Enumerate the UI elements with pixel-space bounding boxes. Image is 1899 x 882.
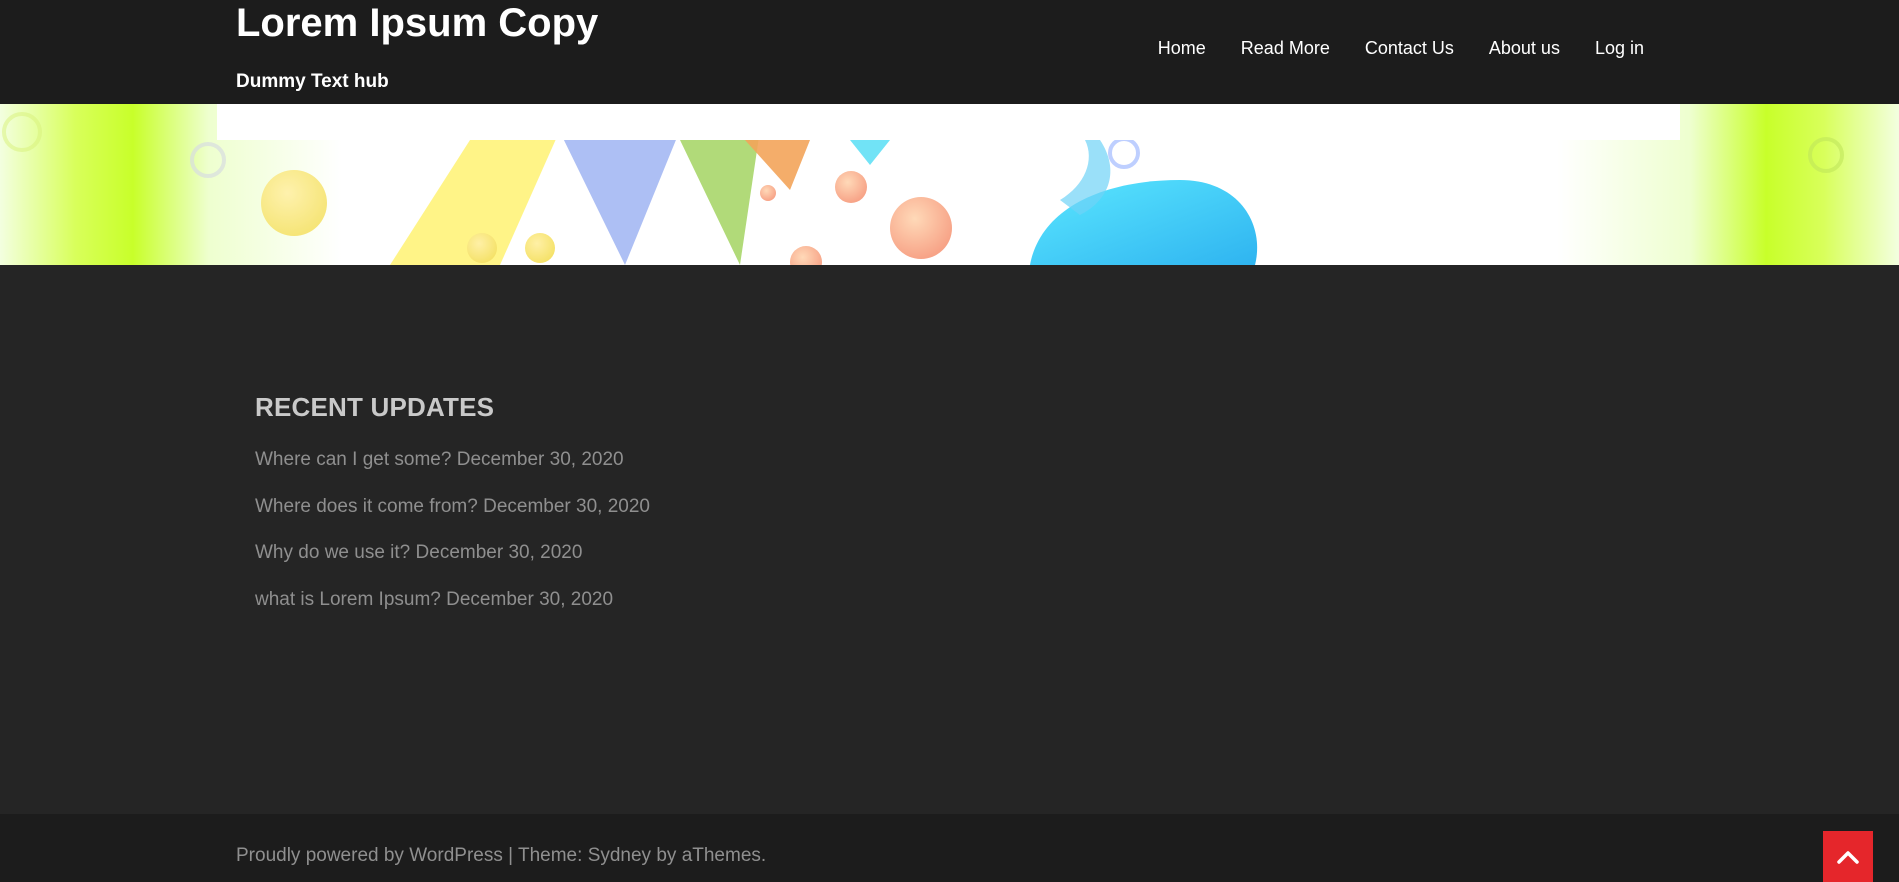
theme-link[interactable]: Sydney (588, 845, 651, 866)
footer-suffix: . (760, 845, 767, 866)
nav-item-home[interactable]: Home (1158, 36, 1206, 60)
site-header: Lorem Ipsum Copy Dummy Text hub Home Rea… (0, 0, 1899, 104)
footer-separator: | Theme: (502, 845, 588, 866)
list-item: Where can I get some? December 30, 2020 (255, 448, 955, 472)
footer-by: by (651, 845, 682, 866)
recent-post-link[interactable]: Where can I get some? (255, 449, 451, 470)
header-container: Lorem Ipsum Copy Dummy Text hub Home Rea… (217, 0, 1680, 104)
site-title[interactable]: Lorem Ipsum Copy (236, 0, 598, 46)
list-item: Where does it come from? December 30, 20… (255, 495, 955, 519)
recent-updates-list: Where can I get some? December 30, 2020 … (255, 448, 955, 612)
nav-item-log-in[interactable]: Log in (1595, 36, 1644, 60)
post-date: December 30, 2020 (446, 588, 614, 610)
site-footer: Proudly powered by WordPress | Theme: Sy… (0, 814, 1899, 882)
chevron-up-icon (1837, 850, 1859, 864)
recent-post-link[interactable]: Why do we use it? (255, 542, 410, 563)
athemes-link[interactable]: aThemes (682, 845, 761, 866)
nav-item-read-more[interactable]: Read More (1241, 36, 1330, 60)
footer-prefix: Proudly powered by (236, 845, 410, 866)
wordpress-link[interactable]: WordPress (409, 845, 503, 866)
main-navigation: Home Read More Contact Us About us Log i… (1123, 36, 1644, 60)
nav-item-contact-us[interactable]: Contact Us (1365, 36, 1454, 60)
go-to-top-button[interactable] (1823, 831, 1873, 882)
post-date: December 30, 2020 (456, 449, 624, 470)
list-item: what is Lorem Ipsum? December 30, 2020 (255, 588, 955, 612)
site-tagline: Dummy Text hub (236, 71, 389, 92)
footer-credits: Proudly powered by WordPress | Theme: Sy… (236, 844, 766, 868)
recent-updates-heading: RECENT UPDATES (255, 392, 495, 422)
recent-updates-widget: RECENT UPDATES Where can I get some? Dec… (255, 390, 955, 634)
content-top-strip (217, 104, 1680, 140)
list-item: Why do we use it? December 30, 2020 (255, 541, 955, 565)
nav-item-about-us[interactable]: About us (1489, 36, 1560, 60)
recent-post-link[interactable]: Where does it come from? (255, 496, 478, 517)
post-date: December 30, 2020 (483, 495, 650, 517)
post-date: December 30, 2020 (415, 542, 583, 563)
recent-post-link[interactable]: what is Lorem Ipsum? (255, 589, 441, 610)
